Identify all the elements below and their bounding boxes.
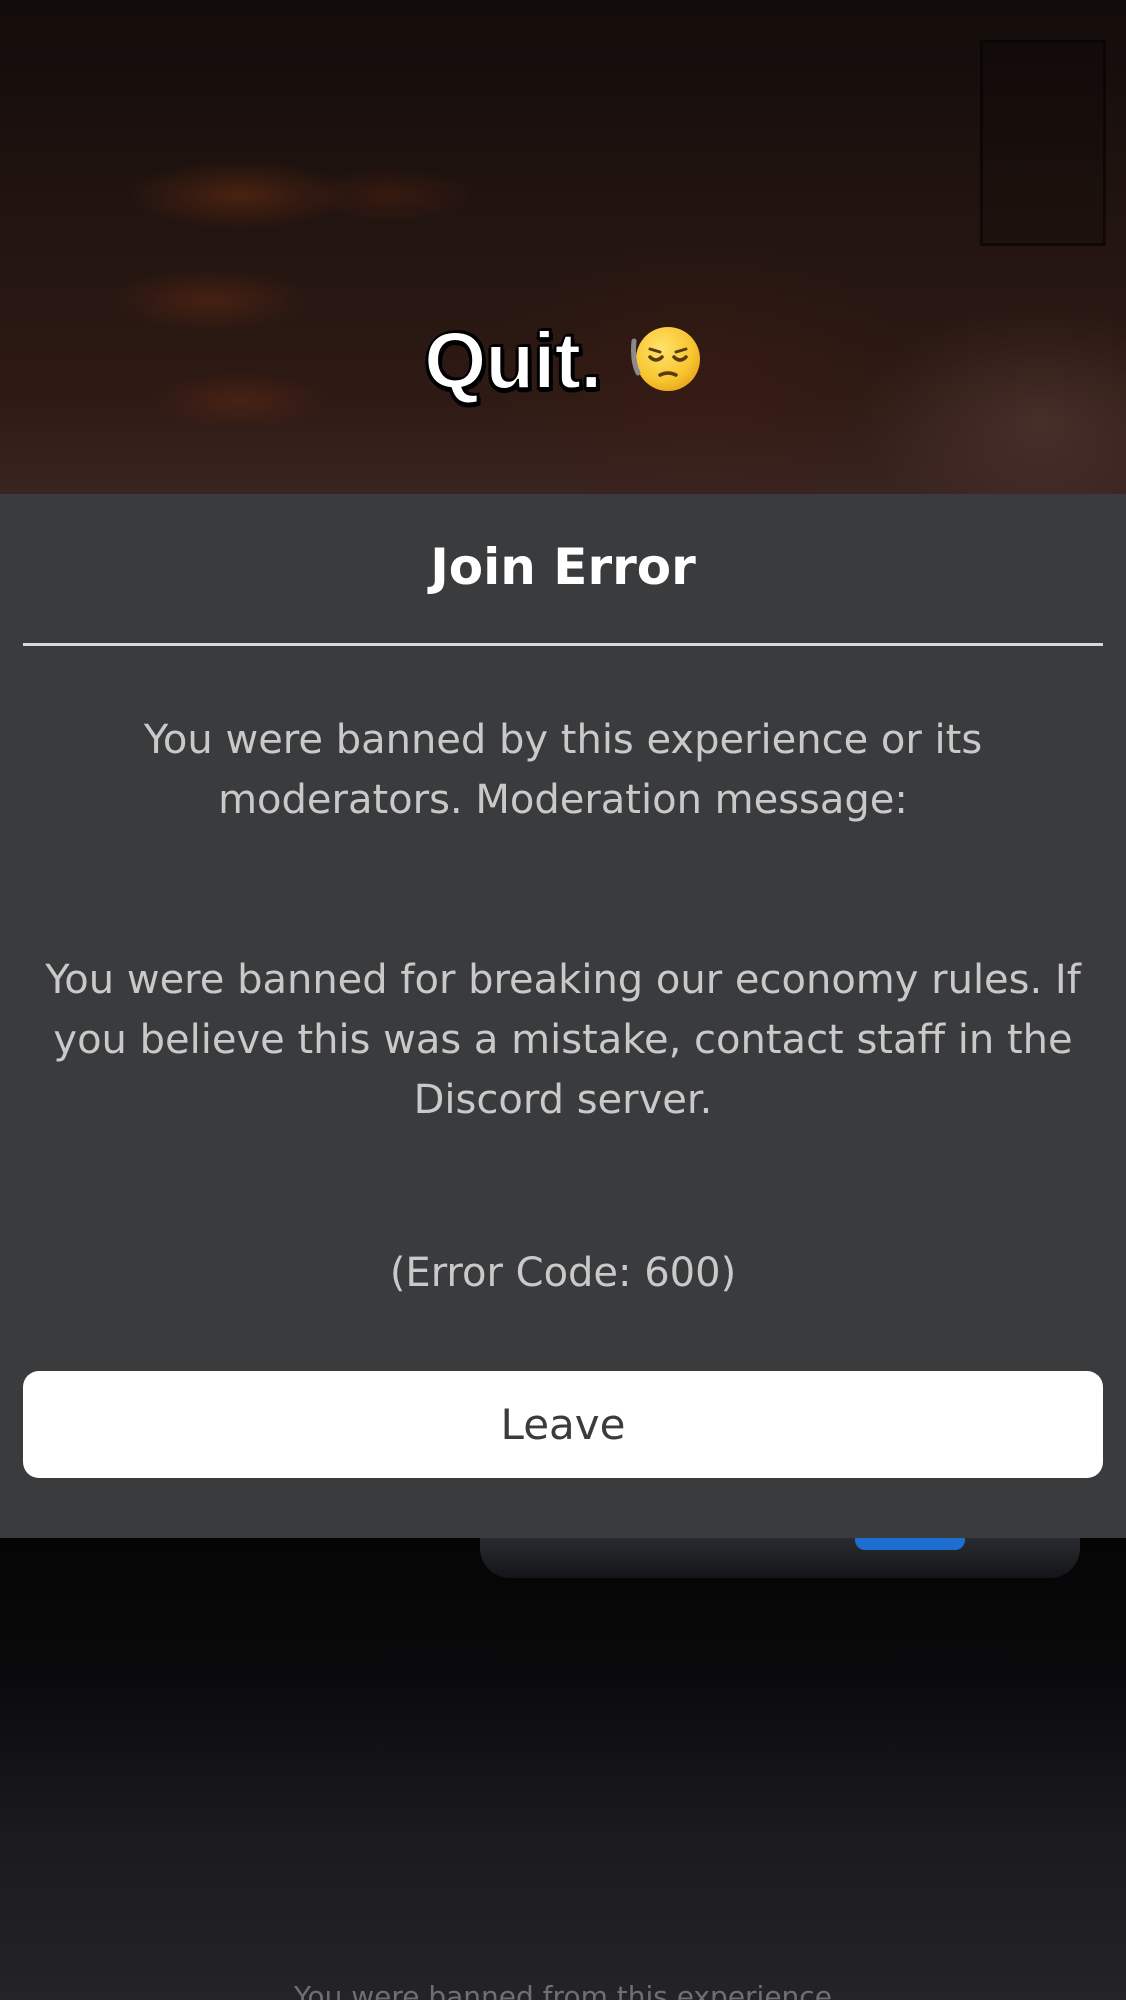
- pensive-face-icon: [630, 321, 702, 393]
- title-divider: [23, 643, 1103, 646]
- game-background-top: [0, 0, 1126, 494]
- dialog-title: Join Error: [430, 538, 696, 596]
- window-frame: [980, 40, 1106, 246]
- error-code: (Error Code: 600): [389, 1250, 737, 1296]
- leave-button[interactable]: Leave: [23, 1371, 1103, 1478]
- screen: Quit. Join Error You were banned by this…: [0, 0, 1126, 2000]
- background-ban-text: You were banned from this experience: [294, 1980, 832, 2000]
- car-silhouette: [480, 1538, 1080, 1578]
- video-caption: Quit.: [0, 315, 1126, 407]
- car-light: [855, 1538, 965, 1550]
- caption-text: Quit.: [423, 315, 603, 406]
- game-background-bottom: [0, 1538, 1126, 2000]
- ban-message: You were banned by this experience or it…: [143, 717, 983, 823]
- moderation-message: You were banned for breaking our economy…: [45, 957, 1081, 1123]
